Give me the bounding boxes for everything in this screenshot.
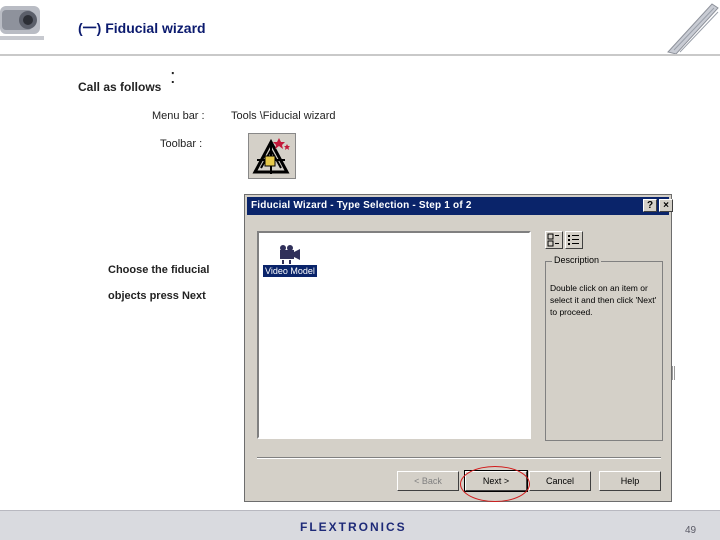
back-button[interactable]: < Back: [397, 471, 459, 491]
large-icons-icon: [547, 233, 559, 247]
page-title: (一) Fiducial wizard: [78, 20, 206, 36]
dialog-title: Fiducial Wizard - Type Selection - Step …: [251, 200, 472, 211]
description-group: Description Double click on an item or s…: [545, 255, 663, 441]
toolbar-label: Toolbar :: [160, 138, 203, 150]
projector-icon: [0, 6, 44, 40]
button-divider: [257, 457, 661, 459]
call-as-follows-label: Call as follows: [78, 80, 162, 94]
page-number: 49: [685, 525, 697, 536]
header-divider: [0, 54, 720, 56]
cancel-button[interactable]: Cancel: [529, 471, 591, 491]
close-title-button[interactable]: ×: [659, 199, 673, 212]
list-item-video-model[interactable]: Video Model: [263, 265, 317, 277]
description-legend: Description: [552, 255, 602, 265]
list-view-icon: [568, 235, 579, 245]
dialog-titlebar[interactable]: Fiducial Wizard - Type Selection - Step …: [247, 197, 673, 215]
fiducial-wizard-toolbar-button[interactable]: [248, 133, 296, 179]
fiducial-wizard-dialog: Fiducial Wizard - Type Selection - Step …: [244, 194, 673, 502]
menu-path-text: Tools \Fiducial wizard: [231, 110, 336, 122]
decorative-pen-icon: [667, 3, 719, 55]
next-button-highlight-circle: [460, 466, 530, 502]
fiducial-type-list[interactable]: Video Model: [257, 231, 531, 439]
description-text: Double click on an item or select it and…: [550, 283, 657, 317]
large-icons-view-button[interactable]: [545, 231, 563, 249]
help-title-button[interactable]: ?: [643, 199, 657, 212]
video-camera-icon[interactable]: [277, 243, 301, 265]
instruction-text-line-2: objects press Next: [108, 290, 206, 302]
resize-grip: [672, 366, 675, 380]
help-button[interactable]: Help: [599, 471, 661, 491]
list-view-button[interactable]: [565, 231, 583, 249]
slide-header: (一) Fiducial wizard: [0, 0, 720, 56]
slide-footer: FLEXTRONICS 49: [0, 510, 720, 540]
instruction-text-line-1: Choose the fiducial: [108, 264, 210, 276]
call-colon: :: [170, 66, 176, 88]
fiducial-wizard-icon: [252, 138, 290, 174]
brand-logo-text: FLEXTRONICS: [300, 520, 407, 534]
menu-bar-label: Menu bar :: [152, 110, 205, 122]
